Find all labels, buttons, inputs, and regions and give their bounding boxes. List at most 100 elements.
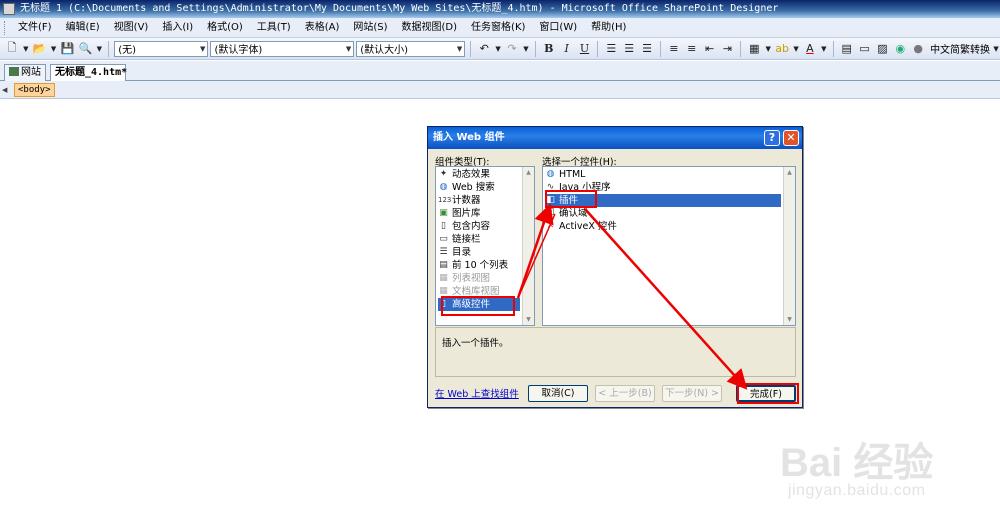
finish-button[interactable]: 完成(F) [736,385,796,402]
borders-dropdown-icon[interactable]: ▼ [764,41,772,57]
preview-dropdown-icon[interactable]: ▼ [95,41,103,57]
control-list-scrollbar[interactable]: ▲ ▼ [783,167,795,325]
list-item-selected[interactable]: ◧ 插件 [545,194,781,207]
highlight-dropdown-icon[interactable]: ▼ [792,41,800,57]
menu-file[interactable]: 文件(F) [11,18,59,38]
menu-window[interactable]: 窗口(W) [532,18,584,38]
list-item[interactable]: ✦ 动态效果 [438,168,520,181]
help-button[interactable]: ? [764,130,780,146]
font-value: (默认字体) [214,45,263,56]
align-center-icon[interactable]: ☰ [621,41,637,57]
tab-website[interactable]: 网站 [4,64,46,81]
component-list-scrollbar[interactable]: ▲ ▼ [522,167,534,325]
scroll-up-icon[interactable]: ▲ [784,167,795,178]
back-button[interactable]: < 上一步(B) [595,385,655,402]
underline-button[interactable]: U [577,41,593,57]
new-dropdown-icon[interactable]: ▼ [22,41,30,57]
web-component-icon[interactable]: ◉ [892,41,908,57]
style-combo[interactable]: (无) ▼ [114,40,209,57]
list-item[interactable]: 123 计数器 [438,194,520,207]
font-color-dropdown-icon[interactable]: ▼ [820,41,828,57]
close-button[interactable]: ✕ [783,130,799,146]
list-item[interactable]: ☰ 目录 [438,246,520,259]
align-left-icon[interactable]: ☰ [603,41,619,57]
list-item-label: Web 搜索 [452,182,495,193]
component-type-list[interactable]: ✦ 动态效果 ◍ Web 搜索 123 计数器 ▣ 图片库 ▯ 包含内容 ▭ 链接栏 ☰ 目录… [435,166,535,326]
picture-library-icon: ▣ [439,208,448,218]
convert-chinese-button[interactable]: 中文简繁转换 [930,41,990,56]
formatting-toolbar: 🗋 ▼ 📂 ▼ 💾 🔍 ▼ (无) ▼ (默认字体) ▼ (默认大小) ▼ ↶ … [0,38,1000,60]
list-item-label: HTML [559,169,586,180]
open-dropdown-icon[interactable]: ▼ [50,41,58,57]
insert-layer-icon[interactable]: ▭ [857,41,873,57]
redo-dropdown-icon[interactable]: ▼ [522,41,530,57]
list-item[interactable]: ▯ 包含内容 [438,220,520,233]
body-tag[interactable]: <body> [14,83,55,97]
list-item[interactable]: ∿ Java 小程序 [545,181,781,194]
redo-icon[interactable]: ↷ [504,41,520,57]
scroll-down-icon[interactable]: ▼ [784,314,795,325]
new-page-icon[interactable]: 🗋 [4,41,20,57]
tab-document[interactable]: 无标题_4.htm* [50,64,127,81]
list-item-label: ActiveX 控件 [559,221,617,232]
menu-edit[interactable]: 编辑(E) [59,18,107,38]
list-item[interactable]: ▦ 列表视图 [438,272,520,285]
menu-tools[interactable]: 工具(T) [250,18,298,38]
list-item-label: 文档库视图 [452,286,500,297]
list-item[interactable]: ◍ Web 搜索 [438,181,520,194]
scroll-up-icon[interactable]: ▲ [523,167,534,178]
menu-table[interactable]: 表格(A) [298,18,347,38]
find-components-link[interactable]: 在 Web 上查找组件 [435,386,519,400]
bulleted-list-icon[interactable]: ≡ [684,41,700,57]
style-value: (无) [118,45,137,56]
menu-insert[interactable]: 插入(I) [155,18,200,38]
list-item[interactable]: ▭ 链接栏 [438,233,520,246]
list-item[interactable]: ✕ ActiveX 控件 [545,220,781,233]
borders-icon[interactable]: ▦ [746,41,762,57]
italic-button[interactable]: I [559,41,575,57]
toolbar-separator [740,40,742,57]
toolbar-separator [108,40,110,57]
list-item-selected[interactable]: ▯ 高级控件 [438,298,520,311]
activex-icon: ✕ [546,221,555,231]
menu-site[interactable]: 网站(S) [346,18,394,38]
insert-web-component-dialog: 插入 Web 组件 ? ✕ 组件类型(T): 选择一个控件(H): ✦ 动态效果 … [427,126,803,408]
control-list[interactable]: ◍ HTML ∿ Java 小程序 ◧ 插件 ☑ 确认域 ✕ ActiveX 控件 ▲ ▼ [542,166,796,326]
insert-picture-icon[interactable]: ▨ [874,41,890,57]
scroll-down-icon[interactable]: ▼ [523,314,534,325]
list-item[interactable]: ▣ 图片库 [438,207,520,220]
tag-nav-left-icon[interactable]: ◀ [2,84,10,96]
decrease-indent-icon[interactable]: ⇤ [702,41,718,57]
numbered-list-icon[interactable]: ≡ [666,41,682,57]
increase-indent-icon[interactable]: ⇥ [720,41,736,57]
web-part-icon[interactable]: ● [910,41,926,57]
menu-view[interactable]: 视图(V) [107,18,156,38]
align-right-icon[interactable]: ☰ [639,41,655,57]
open-folder-icon[interactable]: 📂 [32,41,48,57]
highlight-icon[interactable]: ab [774,41,790,57]
list-item[interactable]: ◍ HTML [545,168,781,181]
convert-dropdown-icon[interactable]: ▼ [992,41,1000,57]
list-item[interactable]: ▤ 前 10 个列表 [438,259,520,272]
confirmation-field-icon: ☑ [546,208,555,218]
save-icon[interactable]: 💾 [60,41,76,57]
bold-button[interactable]: B [541,41,557,57]
next-button[interactable]: 下一步(N) > [662,385,722,402]
undo-dropdown-icon[interactable]: ▼ [494,41,502,57]
preview-icon[interactable]: 🔍 [77,41,93,57]
menu-help[interactable]: 帮助(H) [584,18,633,38]
menu-data-view[interactable]: 数据视图(D) [395,18,465,38]
cancel-button[interactable]: 取消(C) [528,385,588,402]
window-title-bar: 无标题 1 (C:\Documents and Settings\Adminis… [0,0,1000,18]
list-item[interactable]: ▦ 文档库视图 [438,285,520,298]
undo-icon[interactable]: ↶ [476,41,492,57]
size-combo[interactable]: (默认大小) ▼ [356,40,466,57]
insert-table-icon[interactable]: ▤ [839,41,855,57]
menu-task-panes[interactable]: 任务窗格(K) [464,18,532,38]
dialog-title-bar: 插入 Web 组件 [428,127,802,149]
menu-bar: 文件(F) 编辑(E) 视图(V) 插入(I) 格式(O) 工具(T) 表格(A… [0,18,1000,38]
font-combo[interactable]: (默认字体) ▼ [210,40,355,57]
list-item[interactable]: ☑ 确认域 [545,207,781,220]
menu-format[interactable]: 格式(O) [200,18,250,38]
font-color-icon[interactable]: A [802,41,818,57]
